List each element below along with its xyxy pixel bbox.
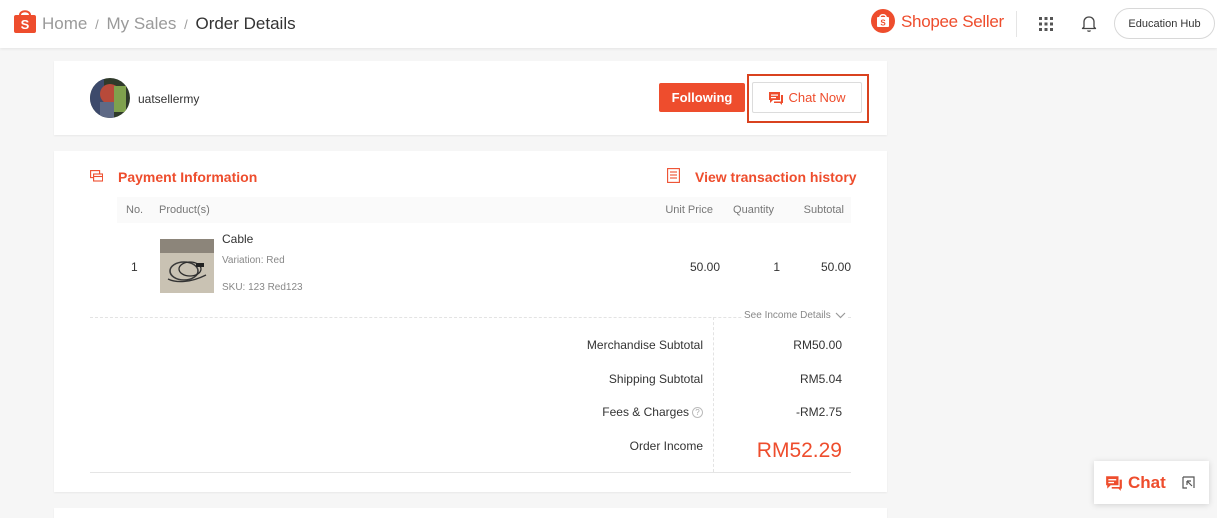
payment-icon — [90, 170, 103, 182]
column-header-product: Product(s) — [159, 204, 210, 216]
education-hub-button[interactable]: Education Hub — [1114, 8, 1215, 39]
next-card — [54, 508, 887, 518]
chevron-down-icon — [835, 312, 846, 319]
brand-title[interactable]: Shopee Seller — [901, 12, 1004, 32]
breadcrumb: Home / My Sales / Order Details — [42, 14, 296, 34]
chat-bubble-icon — [769, 91, 784, 105]
avatar[interactable] — [90, 78, 130, 118]
breadcrumb-current: Order Details — [195, 14, 296, 33]
dashed-divider — [90, 317, 851, 318]
top-bar: S Home / My Sales / Order Details S Shop… — [0, 0, 1217, 48]
order-income-label: Order Income — [629, 439, 703, 453]
product-name[interactable]: Cable — [222, 232, 253, 246]
shopee-seller-logo-icon[interactable]: S — [871, 9, 895, 33]
breadcrumb-my-sales[interactable]: My Sales — [106, 14, 176, 33]
breadcrumb-separator: / — [184, 17, 188, 32]
payment-title: Payment Information — [118, 169, 258, 185]
product-image[interactable] — [160, 239, 214, 293]
subtotal-cell: 50.00 — [820, 260, 851, 274]
buyer-card: uatsellermy Following Chat Now — [54, 61, 887, 135]
column-header-quantity: Quantity — [733, 204, 774, 216]
unit-price-cell: 50.00 — [689, 260, 720, 274]
payment-card: Payment Information View transaction his… — [54, 151, 887, 492]
divider — [90, 472, 851, 473]
chat-now-label: Chat Now — [788, 90, 846, 105]
dashed-divider-vertical — [713, 317, 714, 472]
view-transaction-history-link[interactable]: View transaction history — [695, 169, 857, 185]
column-header-no: No. — [126, 204, 144, 216]
floating-chat-button[interactable]: Chat — [1105, 473, 1166, 493]
following-button[interactable]: Following — [659, 83, 745, 112]
row-number: 1 — [131, 260, 138, 274]
shipping-subtotal-value: RM5.04 — [799, 372, 842, 386]
shopee-bag-icon[interactable]: S — [13, 8, 37, 34]
breadcrumb-separator: / — [95, 17, 99, 32]
quantity-cell: 1 — [773, 260, 780, 274]
floating-chat-widget[interactable]: Chat — [1094, 461, 1209, 504]
floating-chat-label: Chat — [1128, 472, 1166, 492]
bell-icon[interactable] — [1080, 14, 1098, 33]
fees-charges-label-group: Fees & Charges ? — [602, 405, 703, 419]
minimize-icon[interactable] — [1182, 476, 1195, 489]
document-icon — [667, 168, 680, 183]
shipping-subtotal-label: Shipping Subtotal — [608, 372, 703, 386]
see-income-details-toggle[interactable]: See Income Details — [742, 310, 848, 321]
product-sku: SKU: 123 Red123 — [222, 282, 303, 293]
merchandise-subtotal-label: Merchandise Subtotal — [586, 338, 703, 352]
merchandise-subtotal-value: RM50.00 — [793, 338, 842, 352]
apps-grid-icon[interactable] — [1038, 16, 1054, 32]
svg-text:S: S — [880, 19, 886, 28]
column-header-subtotal: Subtotal — [803, 204, 844, 216]
product-variation: Variation: Red — [222, 255, 285, 266]
help-icon[interactable]: ? — [692, 406, 703, 418]
chat-now-button[interactable]: Chat Now — [752, 82, 862, 113]
fees-charges-label: Fees & Charges — [602, 405, 689, 419]
fees-charges-value: -RM2.75 — [795, 405, 842, 419]
column-header-unit-price: Unit Price — [665, 204, 713, 216]
buyer-username[interactable]: uatsellermy — [138, 92, 199, 106]
order-income-value: RM52.29 — [756, 439, 842, 462]
breadcrumb-home[interactable]: Home — [42, 14, 87, 33]
table-header: No. Product(s) Unit Price Quantity Subto… — [117, 197, 851, 223]
divider — [1016, 11, 1017, 37]
chat-bubble-icon — [1106, 475, 1122, 491]
svg-text:S: S — [21, 17, 30, 32]
see-income-details-label: See Income Details — [744, 310, 831, 321]
